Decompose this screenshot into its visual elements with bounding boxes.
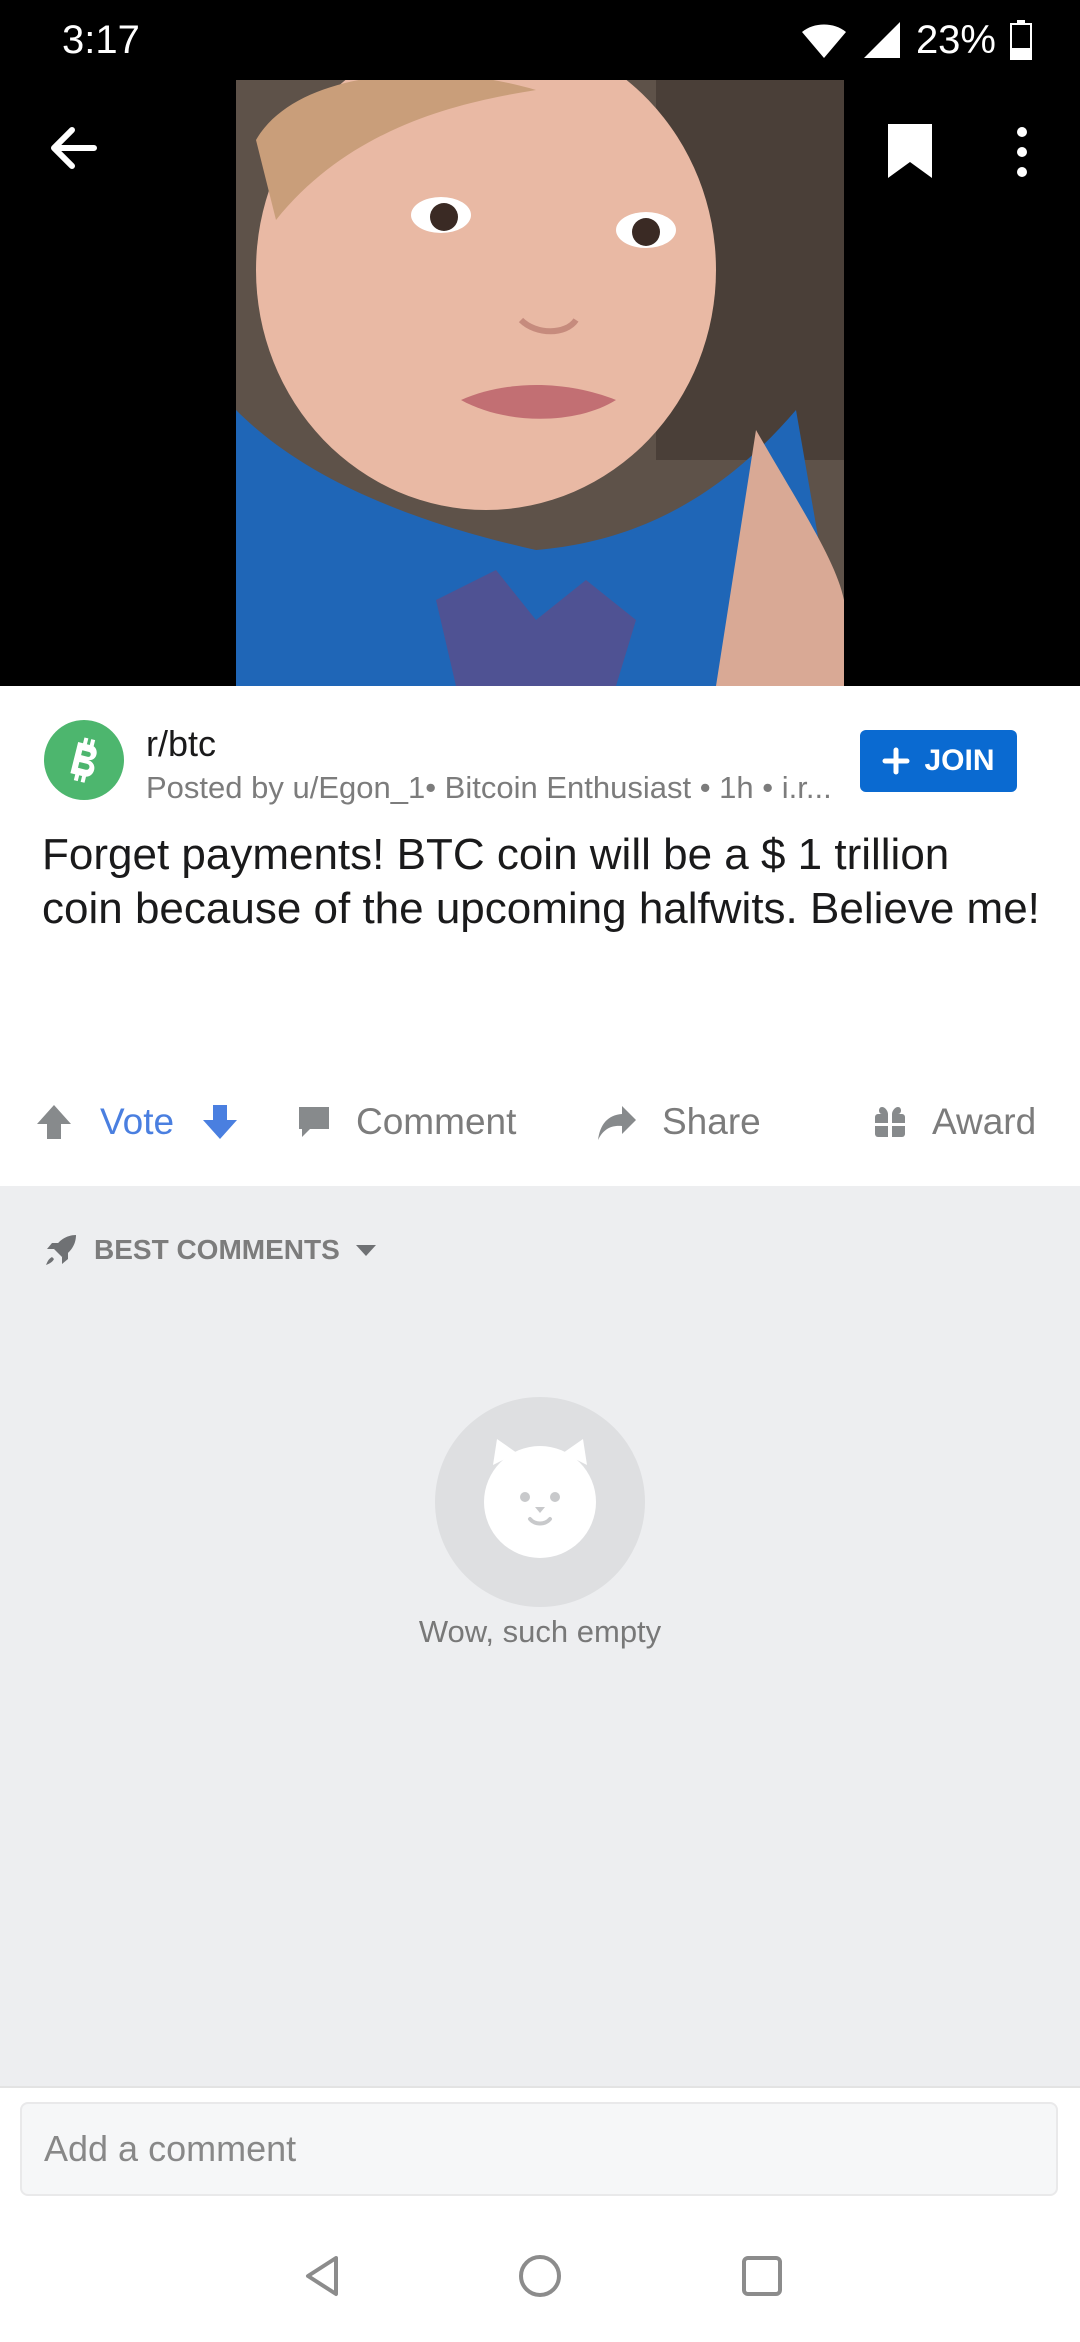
join-label: JOIN: [924, 744, 995, 777]
upvote-icon[interactable]: [34, 1102, 74, 1142]
child-photo-illustration: [236, 80, 844, 686]
gift-icon: [875, 1107, 905, 1137]
comment-label: Comment: [356, 1101, 517, 1142]
triangle-back-icon: [306, 2256, 338, 2296]
comment-sort-label: BEST COMMENTS: [94, 1234, 340, 1265]
nav-back-button[interactable]: [282, 2236, 362, 2316]
back-button[interactable]: [44, 118, 104, 178]
vote-group: Vote: [34, 1090, 240, 1154]
award-button[interactable]: Award: [872, 1090, 1036, 1154]
status-icons: 23%: [800, 14, 1032, 66]
share-icon: [598, 1106, 636, 1140]
comment-input[interactable]: [20, 2102, 1058, 2196]
status-time: 3:17: [62, 18, 140, 62]
battery-percent: 23%: [915, 17, 996, 62]
downvote-icon[interactable]: [200, 1102, 240, 1142]
plus-icon: [882, 747, 910, 775]
save-button[interactable]: [880, 118, 940, 186]
comment-sort-button[interactable]: BEST COMMENTS: [42, 1226, 378, 1274]
wifi-icon: [801, 24, 846, 58]
bitcoin-icon: [70, 737, 97, 783]
nav-home-button[interactable]: [500, 2236, 580, 2316]
post-title: Forget payments! BTC coin will be a $ 1 …: [42, 830, 1040, 933]
bookmark-icon: [888, 124, 932, 178]
empty-state-text: Wow, such empty: [418, 1614, 662, 1649]
share-label: Share: [662, 1101, 761, 1142]
cat-face-icon: [484, 1439, 596, 1558]
vote-label: Vote: [100, 1101, 175, 1142]
join-button[interactable]: JOIN: [860, 730, 1017, 792]
empty-state-illustration: [435, 1397, 645, 1607]
more-options-button[interactable]: [1000, 118, 1044, 186]
subreddit-name[interactable]: r/btc: [146, 722, 216, 766]
system-navigation-bar: [0, 2236, 1080, 2316]
share-button[interactable]: Share: [596, 1090, 761, 1154]
post-meta: Posted by u/Egon_1• Bitcoin Enthusiast •…: [146, 770, 832, 805]
rocket-icon: [46, 1235, 76, 1265]
subreddit-avatar[interactable]: [44, 720, 124, 800]
circle-home-icon: [519, 2255, 561, 2297]
arrow-left-icon: [51, 127, 97, 169]
post-actions: Vote Comment Share Award: [0, 1090, 1080, 1154]
battery-icon: [1010, 20, 1032, 60]
comment-icon: [299, 1107, 329, 1137]
signal-icon: [863, 22, 900, 58]
post-image[interactable]: [236, 80, 844, 686]
caret-down-icon: [355, 1245, 376, 1256]
award-label: Award: [932, 1101, 1037, 1142]
comment-button[interactable]: Comment: [296, 1090, 516, 1154]
square-recents-icon: [742, 2256, 782, 2296]
more-vertical-icon: [1017, 127, 1027, 177]
nav-recents-button[interactable]: [722, 2236, 802, 2316]
